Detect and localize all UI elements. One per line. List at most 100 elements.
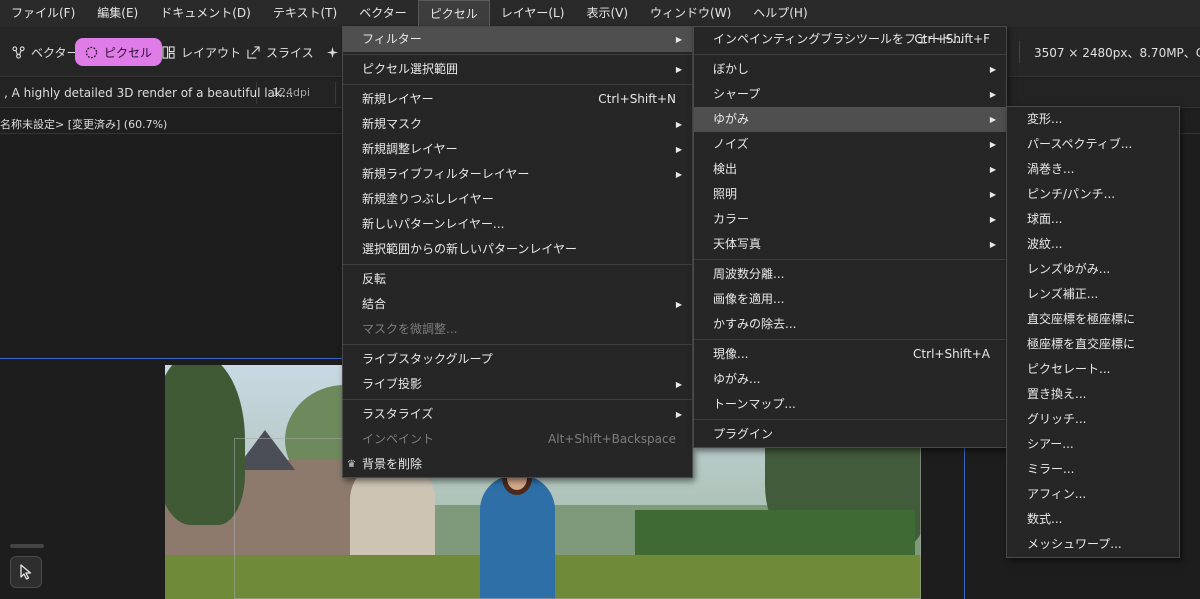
filter-menu-item[interactable]: ノイズ ▶ bbox=[694, 132, 1006, 157]
pixel-menu-item[interactable]: 新規調整レイヤー ▶ bbox=[343, 137, 692, 162]
filter-menu-item[interactable]: トーンマップ... bbox=[694, 392, 1006, 417]
pixel-menu-item[interactable]: ラスタライズ ▶ bbox=[343, 402, 692, 427]
menu-edit[interactable]: 編集(E) bbox=[86, 0, 149, 27]
menu-item-label: 反転 bbox=[362, 272, 387, 286]
menu-item-label: 変形... bbox=[1027, 112, 1063, 126]
menu-item-label: 渦巻き... bbox=[1027, 162, 1075, 176]
pixel-menu-item[interactable]: フィルター ▶ bbox=[343, 27, 692, 52]
filter-menu-item[interactable]: 画像を適用... bbox=[694, 287, 1006, 312]
filter-menu-item[interactable]: 照明 ▶ bbox=[694, 182, 1006, 207]
menu-item-label: ノイズ bbox=[713, 137, 749, 151]
filter-menu-item[interactable]: 検出 ▶ bbox=[694, 157, 1006, 182]
distort-menu-item[interactable]: パースペクティブ... bbox=[1007, 132, 1179, 157]
filter-menu-item[interactable]: かすみの除去... bbox=[694, 312, 1006, 337]
menu-document[interactable]: ドキュメント(D) bbox=[149, 0, 262, 27]
distort-menu-item[interactable]: レンズゆがみ... bbox=[1007, 257, 1179, 282]
menu-separator bbox=[694, 54, 1006, 55]
pixel-menu-item[interactable]: 新規塗りつぶしレイヤー bbox=[343, 187, 692, 212]
filter-menu-item[interactable]: シャープ ▶ bbox=[694, 82, 1006, 107]
submenu-arrow-icon: ▶ bbox=[989, 140, 996, 149]
pixel-menu-item[interactable]: 反転 bbox=[343, 267, 692, 292]
distort-menu-item[interactable]: 変形... bbox=[1007, 107, 1179, 132]
submenu-arrow-icon: ▶ bbox=[675, 380, 682, 389]
toolbar-divider bbox=[1019, 41, 1020, 63]
filter-menu-item[interactable]: ぼかし ▶ bbox=[694, 57, 1006, 82]
dpi-value[interactable]: 124dpi bbox=[272, 86, 310, 99]
pixel-menu-item[interactable]: ライブスタックグループ bbox=[343, 347, 692, 372]
pixel-menu-item[interactable]: インペイント Alt+Shift+Backspace bbox=[343, 427, 692, 452]
distort-menu-item[interactable]: レンズ補正... bbox=[1007, 282, 1179, 307]
distort-menu-item[interactable]: 球面... bbox=[1007, 207, 1179, 232]
distort-menu-item[interactable]: 渦巻き... bbox=[1007, 157, 1179, 182]
distort-menu-item[interactable]: ミラー... bbox=[1007, 457, 1179, 482]
layer-name-field[interactable]: , A highly detailed 3D render of a beaut… bbox=[4, 86, 293, 100]
submenu-arrow-icon: ▶ bbox=[989, 215, 996, 224]
pixel-menu-item[interactable]: 新規マスク ▶ bbox=[343, 112, 692, 137]
pixel-menu-item[interactable]: ライブ投影 ▶ bbox=[343, 372, 692, 397]
distort-menu-item[interactable]: ピクセレート... bbox=[1007, 357, 1179, 382]
pixel-menu-item[interactable]: 結合 ▶ bbox=[343, 292, 692, 317]
pixel-menu-item[interactable]: 選択範囲からの新しいパターンレイヤー bbox=[343, 237, 692, 262]
pixel-menu-item[interactable]: 新規ライブフィルターレイヤー ▶ bbox=[343, 162, 692, 187]
filter-menu-item[interactable]: ゆがみ ▶ bbox=[694, 107, 1006, 132]
menu-item-label: レンズゆがみ... bbox=[1027, 262, 1111, 276]
menu-item-label: レンズ補正... bbox=[1027, 287, 1099, 301]
pixel-menu-item[interactable]: 新しいパターンレイヤー... bbox=[343, 212, 692, 237]
filter-menu-item[interactable]: カラー ▶ bbox=[694, 207, 1006, 232]
filter-menu-item[interactable]: 天体写真 ▶ bbox=[694, 232, 1006, 257]
menu-file[interactable]: ファイル(F) bbox=[0, 0, 86, 27]
menu-help[interactable]: ヘルプ(H) bbox=[742, 0, 818, 27]
menu-item-label: かすみの除去... bbox=[713, 317, 797, 331]
menu-item-label: シャープ bbox=[713, 87, 761, 101]
tools-panel-handle[interactable] bbox=[10, 544, 44, 548]
submenu-arrow-icon: ▶ bbox=[675, 170, 682, 179]
distort-menu-item[interactable]: ピンチ/パンチ... bbox=[1007, 182, 1179, 207]
menu-item-label: 数式... bbox=[1027, 512, 1063, 526]
move-tool-button[interactable] bbox=[10, 556, 42, 588]
document-tab-title[interactable]: 名称未設定> [変更済み] (60.7%) bbox=[0, 116, 167, 132]
menu-item-label: アフィン... bbox=[1027, 487, 1087, 501]
menu-item-label: マスクを微調整... bbox=[362, 322, 458, 336]
pixel-menu-item[interactable]: 新規レイヤー Ctrl+Shift+N bbox=[343, 87, 692, 112]
menu-item-label: 結合 bbox=[362, 297, 387, 311]
menu-view[interactable]: 表示(V) bbox=[575, 0, 639, 27]
distort-menu-item[interactable]: メッシュワープ... bbox=[1007, 532, 1179, 557]
menu-item-label: メッシュワープ... bbox=[1027, 537, 1122, 551]
persona-slice-button[interactable]: スライス bbox=[237, 38, 324, 66]
filter-menu-item[interactable]: プラグイン bbox=[694, 422, 1006, 447]
menu-item-label: 新しいパターンレイヤー... bbox=[362, 217, 505, 231]
persona-label: レイアウト bbox=[181, 45, 242, 60]
menu-item-label: プラグイン bbox=[713, 427, 774, 441]
pixel-menu-item[interactable]: マスクを微調整... bbox=[343, 317, 692, 342]
pixel-menu-item[interactable]: ♛ 背景を削除 bbox=[343, 452, 692, 477]
menu-pixel[interactable]: ピクセル bbox=[417, 0, 490, 27]
menu-item-shortcut: Ctrl+Shift+A bbox=[913, 347, 990, 361]
persona-label: スライス bbox=[266, 45, 314, 60]
persona-pixel-button[interactable]: ピクセル bbox=[75, 38, 163, 66]
filter-menu-item[interactable]: 現像... Ctrl+Shift+A bbox=[694, 342, 1006, 367]
menu-text[interactable]: テキスト(T) bbox=[262, 0, 348, 27]
menu-vector[interactable]: ベクター bbox=[348, 0, 418, 27]
submenu-arrow-icon: ▶ bbox=[675, 65, 682, 74]
menu-item-label: 新規塗りつぶしレイヤー bbox=[362, 192, 494, 206]
distort-menu-item[interactable]: 数式... bbox=[1007, 507, 1179, 532]
guide-line-horizontal bbox=[0, 358, 346, 359]
menu-window[interactable]: ウィンドウ(W) bbox=[639, 0, 742, 27]
distort-menu-item[interactable]: 直交座標を極座標に bbox=[1007, 307, 1179, 332]
distort-menu-item[interactable]: シアー... bbox=[1007, 432, 1179, 457]
filter-menu-item[interactable]: 周波数分離... bbox=[694, 262, 1006, 287]
distort-menu-item[interactable]: アフィン... bbox=[1007, 482, 1179, 507]
menu-item-label: ピンチ/パンチ... bbox=[1027, 187, 1116, 201]
distort-menu-item[interactable]: 置き換え... bbox=[1007, 382, 1179, 407]
menu-separator bbox=[343, 84, 692, 85]
distort-menu-item[interactable]: 波紋... bbox=[1007, 232, 1179, 257]
pixel-menu-item[interactable]: ピクセル選択範囲 ▶ bbox=[343, 57, 692, 82]
pixel-menu: フィルター ▶ ピクセル選択範囲 ▶ 新規レイヤー Ctrl+Shift+N 新規マスク ▶ 新… bbox=[342, 26, 693, 478]
menu-separator bbox=[343, 399, 692, 400]
filter-menu-item[interactable]: ゆがみ... bbox=[694, 367, 1006, 392]
distort-menu-item[interactable]: グリッチ... bbox=[1007, 407, 1179, 432]
submenu-arrow-icon: ▶ bbox=[675, 35, 682, 44]
menu-layer[interactable]: レイヤー(L) bbox=[490, 0, 576, 27]
filter-menu-item[interactable]: インペインティングブラシツールをフェード... Ctrl+Shift+F bbox=[694, 27, 1006, 52]
distort-menu-item[interactable]: 極座標を直交座標に bbox=[1007, 332, 1179, 357]
